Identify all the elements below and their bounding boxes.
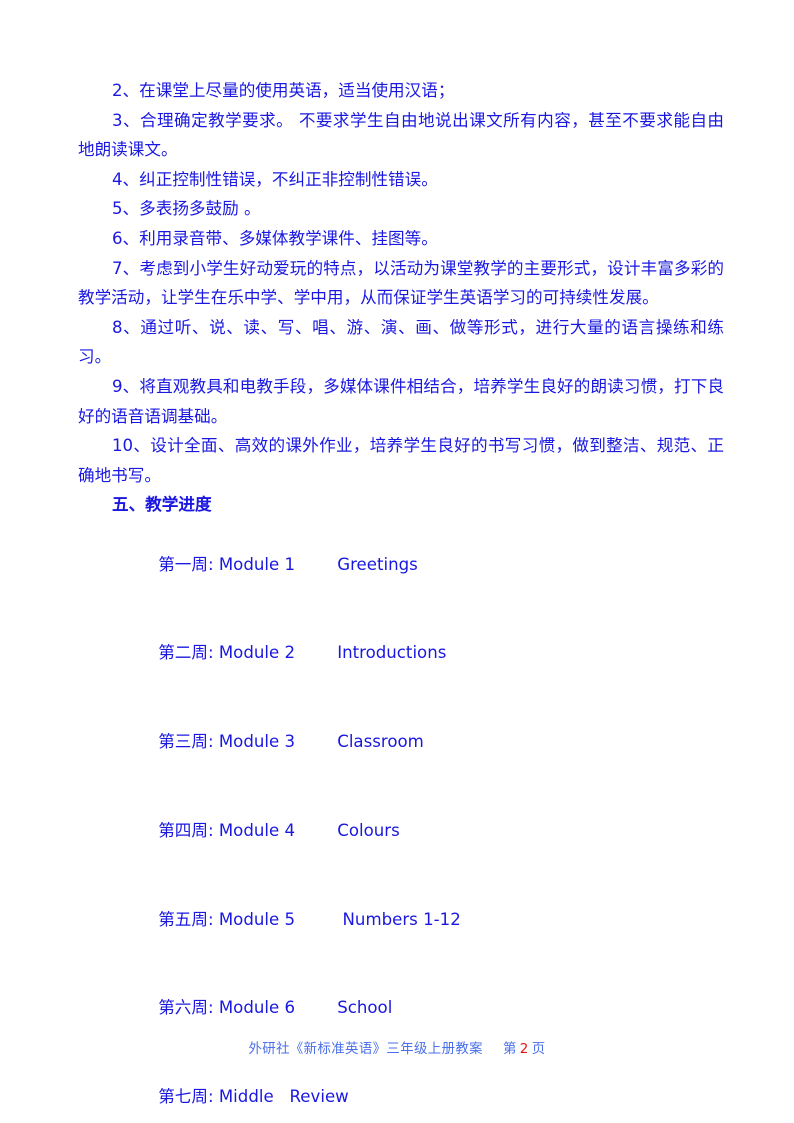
schedule-week: 第六周:	[158, 998, 219, 1018]
schedule-topic: Colours	[337, 820, 400, 840]
footer-title: 外研社《新标准英语》三年级上册教案	[248, 1042, 483, 1057]
schedule-row: 第五周: Module 5 Numbers 1-12	[78, 875, 724, 964]
paragraph-item-9: 9、将直观教具和电教手段，多媒体课件相结合，培养学生良好的朗读习惯，打下良好的语…	[78, 376, 724, 426]
schedule-week: 第四周:	[158, 820, 219, 840]
footer-page-label-before: 第	[502, 1042, 517, 1057]
schedule-gap	[274, 1087, 290, 1106]
teaching-schedule-list: 第一周: Module 1 Greetings 第二周: Module 2 In…	[78, 520, 724, 1123]
schedule-gap	[295, 998, 337, 1017]
paragraph-item-4: 4、纠正控制性错误，不纠正非控制性错误。	[112, 169, 438, 189]
paragraph-item-3: 3、合理确定教学要求。 不要求学生自由地说出课文所有内容，甚至不要求能自由地朗读…	[78, 110, 724, 160]
schedule-row: 第一周: Module 1 Greetings	[78, 520, 724, 609]
schedule-module: Module 2	[218, 643, 296, 663]
paragraph-item-2: 2、在课堂上尽量的使用英语，适当使用汉语；	[112, 81, 455, 100]
schedule-topic: Numbers 1-12	[342, 909, 461, 929]
schedule-week: 第七周:	[158, 1087, 219, 1107]
schedule-topic: Review	[289, 1087, 349, 1107]
schedule-module: Module 3	[218, 732, 296, 752]
footer-page-label-after: 页	[531, 1042, 546, 1057]
schedule-row: 第四周: Module 4 Colours	[78, 786, 724, 875]
schedule-gap	[295, 555, 337, 574]
schedule-week: 第一周:	[158, 554, 219, 574]
schedule-module: Middle	[218, 1087, 274, 1107]
schedule-row: 第七周: Middle Review	[78, 1053, 724, 1123]
paragraph-item-8: 8、通过听、说、读、写、唱、游、演、画、做等形式，进行大量的语言操练和练习。	[78, 317, 724, 367]
schedule-week: 第五周:	[158, 909, 219, 929]
page-footer: 外研社《新标准英语》三年级上册教案 第 2 页	[0, 1040, 794, 1060]
section-heading-teaching-schedule: 五、教学进度	[112, 494, 212, 515]
paragraph-item-10: 10、设计全面、高效的课外作业，培养学生良好的书写习惯，做到整洁、规范、正确地书…	[78, 436, 724, 485]
schedule-module: Module 4	[218, 820, 296, 840]
schedule-topic: School	[337, 998, 393, 1018]
schedule-gap	[295, 732, 337, 751]
document-page: 2、在课堂上尽量的使用英语，适当使用汉语； 3、合理确定教学要求。 不要求学生自…	[0, 0, 794, 1123]
schedule-topic: Greetings	[337, 554, 418, 574]
schedule-topic: Introductions	[337, 643, 447, 663]
schedule-gap	[295, 643, 337, 662]
schedule-module: Module 1	[218, 554, 296, 574]
schedule-topic: Classroom	[337, 732, 424, 752]
schedule-gap	[295, 910, 342, 929]
schedule-row: 第二周: Module 2 Introductions	[78, 609, 724, 698]
schedule-module: Module 6	[218, 998, 296, 1018]
schedule-gap	[295, 821, 337, 840]
footer-page-number: 2	[519, 1042, 529, 1057]
schedule-week: 第二周:	[158, 643, 219, 663]
schedule-row: 第三周: Module 3 Classroom	[78, 697, 724, 786]
schedule-module: Module 5	[218, 909, 296, 929]
paragraph-item-5: 5、多表扬多鼓励 。	[112, 199, 261, 219]
schedule-week: 第三周:	[158, 732, 219, 752]
paragraph-item-7: 7、考虑到小学生好动爱玩的特点，以活动为课堂教学的主要形式，设计丰富多彩的教学活…	[78, 258, 724, 308]
page-content: 2、在课堂上尽量的使用英语，适当使用汉语； 3、合理确定教学要求。 不要求学生自…	[78, 76, 724, 1123]
paragraph-item-6: 6、利用录音带、多媒体教学课件、挂图等。	[112, 228, 438, 248]
